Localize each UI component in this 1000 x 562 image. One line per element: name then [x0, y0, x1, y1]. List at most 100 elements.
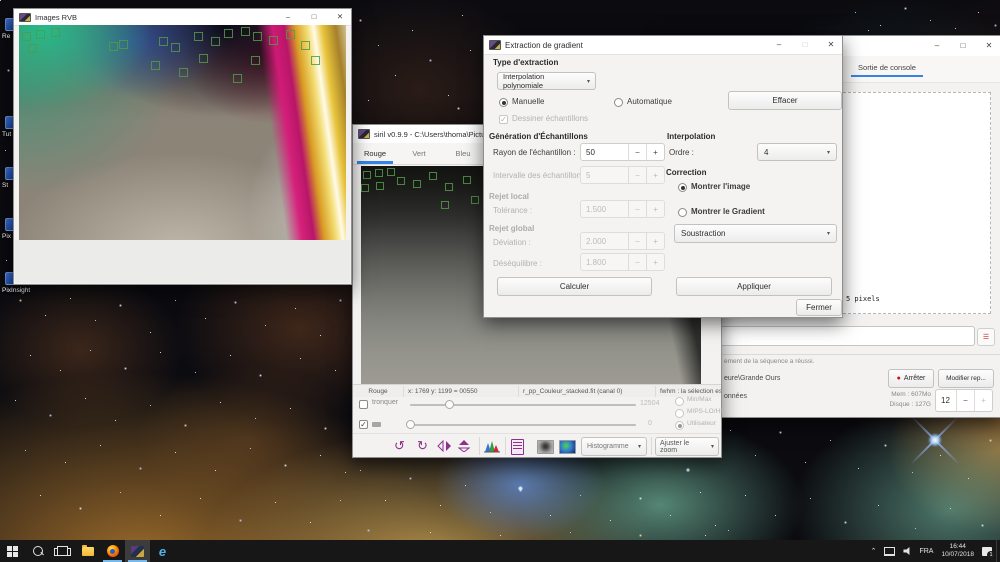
close-button[interactable]: ✕: [978, 42, 1000, 50]
tab-bleu[interactable]: Bleu: [441, 143, 485, 164]
tab-vert[interactable]: Vert: [397, 143, 441, 164]
chevron-down-icon: ▾: [711, 443, 714, 450]
minimize-button[interactable]: –: [926, 42, 948, 50]
gradient-sample-square: [463, 176, 471, 184]
record-icon: ●: [897, 375, 901, 382]
mips-radio[interactable]: [675, 409, 684, 418]
hi-slider-handle[interactable]: [445, 400, 454, 409]
deviation-label: Déviation :: [493, 238, 531, 247]
apply-button[interactable]: Appliquer: [676, 277, 832, 296]
spin-plus-icon[interactable]: +: [646, 167, 664, 183]
file-explorer-button[interactable]: [75, 540, 100, 562]
sample-interval-spinner[interactable]: 5 − +: [580, 166, 665, 184]
firefox-icon: [107, 545, 119, 557]
order-select[interactable]: 4 ▾: [757, 143, 837, 161]
lo-slider-track[interactable]: [406, 424, 636, 426]
close-button[interactable]: ✕: [820, 41, 842, 49]
spin-plus-icon[interactable]: +: [646, 233, 664, 249]
sample-radius-label: Rayon de l'échantillon :: [493, 148, 575, 157]
deviation-spinner[interactable]: 2.000 − +: [580, 232, 665, 250]
spin-plus-icon[interactable]: +: [646, 254, 664, 270]
tab-console-output[interactable]: Sortie de console: [851, 63, 923, 72]
show-image-radio[interactable]: [678, 183, 687, 192]
gradient-sample-square: [441, 201, 449, 209]
show-gradient-radio[interactable]: [678, 208, 687, 217]
spin-minus-icon[interactable]: −: [628, 144, 646, 160]
change-dir-button[interactable]: Modifier rep...: [938, 369, 994, 388]
zoom-select[interactable]: Ajuster le zoom ▾: [655, 437, 719, 456]
display-mode-select[interactable]: Histogramme ▾: [581, 437, 647, 456]
compute-button[interactable]: Calculer: [497, 277, 652, 296]
minmax-radio[interactable]: [675, 397, 684, 406]
tolerance-spinner[interactable]: 1.500 − +: [580, 200, 665, 218]
rvb-image-canvas[interactable]: [19, 25, 346, 240]
hi-slider-track[interactable]: [410, 404, 636, 406]
correction-section-label: Correction: [666, 168, 706, 177]
memory-info: Mem : 607Mo: [861, 390, 931, 400]
action-center-button[interactable]: 1: [978, 540, 996, 562]
close-button[interactable]: ✕: [329, 13, 351, 21]
spin-minus-icon[interactable]: −: [956, 390, 974, 411]
rvb-titlebar[interactable]: Images RVB – □ ✕: [14, 9, 351, 26]
manual-radio[interactable]: [499, 98, 508, 107]
spin-minus-icon[interactable]: −: [628, 233, 646, 249]
spin-minus-icon[interactable]: −: [628, 167, 646, 183]
spin-plus-icon[interactable]: +: [646, 201, 664, 217]
minimize-button[interactable]: –: [768, 41, 790, 49]
status-channel: Rouge: [353, 386, 404, 397]
histogram-icon[interactable]: [484, 439, 500, 453]
search-button[interactable]: [25, 540, 50, 562]
unbalance-spinner[interactable]: 1.800 − +: [580, 253, 665, 271]
draw-samples-checkbox[interactable]: ✓: [499, 115, 508, 124]
gradient-sample-square: [22, 32, 31, 41]
maximize-button[interactable]: □: [952, 42, 974, 50]
dialog-titlebar[interactable]: Extraction de gradient – □ ✕: [484, 36, 842, 55]
flip-horizontal-icon[interactable]: [437, 440, 452, 452]
truncate-checkbox[interactable]: [359, 400, 368, 409]
rvb-app-icon: [19, 13, 31, 22]
grayscale-preview-icon[interactable]: [537, 440, 554, 454]
start-button[interactable]: [0, 540, 25, 562]
spin-minus-icon[interactable]: −: [628, 201, 646, 217]
interpolation-type-select[interactable]: Interpolation polynomiale ▾: [497, 72, 596, 90]
clear-button[interactable]: Effacer: [728, 91, 842, 110]
threads-spinner[interactable]: 12 − +: [935, 389, 993, 412]
clock[interactable]: 16:44 10/07/2018: [937, 543, 978, 560]
stop-button[interactable]: ● Arrêter: [888, 369, 934, 388]
color-preview-icon[interactable]: [559, 440, 576, 454]
fits-header-icon[interactable]: [511, 439, 524, 455]
correction-mode-select[interactable]: Soustraction ▾: [674, 224, 837, 243]
spin-plus-icon[interactable]: +: [646, 144, 664, 160]
show-image-label: Montrer l'image: [691, 182, 750, 191]
flip-vertical-icon[interactable]: [457, 440, 472, 452]
show-desktop-button[interactable]: [996, 540, 1000, 562]
gradient-sample-square: [199, 54, 208, 63]
edge-button[interactable]: e: [150, 540, 175, 562]
maximize-button[interactable]: □: [303, 13, 325, 21]
sample-generation-section-label: Génération d'Échantillons: [489, 132, 588, 141]
tab-rouge[interactable]: Rouge: [353, 143, 397, 164]
minimize-button[interactable]: –: [277, 13, 299, 21]
command-history-button[interactable]: ☰: [977, 328, 995, 346]
lo-slider-handle[interactable]: [406, 420, 415, 429]
spin-plus-icon[interactable]: +: [974, 390, 992, 411]
maximize-button[interactable]: □: [794, 41, 816, 49]
firefox-button[interactable]: [100, 540, 125, 562]
user-radio[interactable]: [675, 421, 684, 430]
gradient-sample-square: [397, 177, 405, 185]
close-dialog-button[interactable]: Fermer: [796, 299, 842, 316]
gradient-sample-square: [109, 42, 118, 51]
rotate-ccw-icon[interactable]: ↺: [394, 439, 405, 452]
automatic-radio[interactable]: [614, 98, 623, 107]
tray-chevron-icon[interactable]: ⌃: [867, 540, 881, 562]
data-text: onnées: [724, 393, 747, 400]
volume-icon[interactable]: [899, 540, 915, 562]
lo-checkbox[interactable]: ✓: [359, 420, 368, 429]
rotate-cw-icon[interactable]: ↻: [417, 439, 428, 452]
siril-taskbar-button[interactable]: [125, 540, 150, 562]
task-view-button[interactable]: [50, 540, 75, 562]
spin-minus-icon[interactable]: −: [628, 254, 646, 270]
language-indicator[interactable]: FRA: [915, 540, 937, 562]
network-icon[interactable]: [880, 540, 899, 562]
sample-radius-spinner[interactable]: 50 − +: [580, 143, 665, 161]
